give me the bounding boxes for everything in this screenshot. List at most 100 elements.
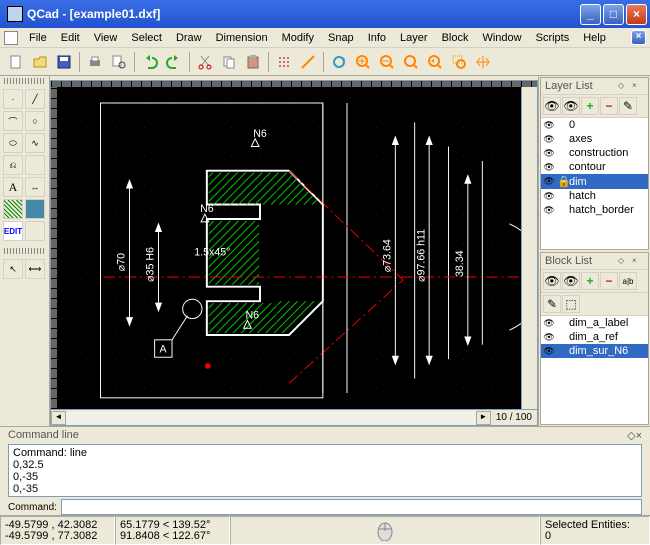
menu-window[interactable]: Window	[475, 30, 528, 46]
layer-row[interactable]: construction	[541, 146, 648, 160]
layer-row[interactable]: 🔒dim	[541, 174, 648, 189]
command-input[interactable]	[61, 499, 642, 515]
undo-button[interactable]	[139, 51, 161, 73]
menu-view[interactable]: View	[87, 30, 125, 46]
menu-modify[interactable]: Modify	[275, 30, 321, 46]
print-button[interactable]	[84, 51, 106, 73]
layer-undock-button[interactable]: ◇	[618, 81, 630, 91]
cmd-undock-button[interactable]: ◇	[627, 430, 635, 442]
menu-select[interactable]: Select	[124, 30, 169, 46]
layer-list[interactable]: 0axesconstructioncontour🔒dimhatchhatch_b…	[541, 118, 648, 249]
new-button[interactable]	[5, 51, 27, 73]
toolbox-grip[interactable]	[4, 78, 45, 84]
layer-hide-all-button[interactable]: 👁	[562, 97, 580, 115]
spline-tool[interactable]: ∿	[25, 133, 45, 153]
layer-add-button[interactable]: +	[581, 97, 599, 115]
menu-draw[interactable]: Draw	[169, 30, 209, 46]
layer-row[interactable]: hatch_border	[541, 203, 648, 217]
ellipse-tool[interactable]: ⬭	[3, 133, 23, 153]
hatch-tool[interactable]	[3, 199, 23, 219]
zoom-in-button[interactable]	[352, 51, 374, 73]
block-show-all-button[interactable]: 👁	[543, 272, 561, 290]
save-button[interactable]	[53, 51, 75, 73]
layer-row[interactable]: contour	[541, 160, 648, 174]
edit-tool[interactable]: EDIT	[3, 221, 23, 241]
text-tool[interactable]: A	[3, 177, 23, 197]
cut-button[interactable]	[194, 51, 216, 73]
polyline-tool[interactable]: ⎌	[3, 155, 23, 175]
open-button[interactable]	[29, 51, 51, 73]
circle-tool[interactable]: ○	[25, 111, 45, 131]
menu-snap[interactable]: Snap	[321, 30, 361, 46]
eye-icon[interactable]	[543, 346, 555, 356]
eye-icon[interactable]	[543, 148, 555, 158]
scroll-right-button[interactable]: ►	[476, 411, 491, 425]
minimize-button[interactable]: _	[580, 4, 601, 25]
paste-button[interactable]	[242, 51, 264, 73]
command-output[interactable]: Command: line0,32.50,-350,-35	[8, 444, 642, 497]
grid-button[interactable]	[273, 51, 295, 73]
eye-icon[interactable]	[543, 332, 555, 342]
zoom-prev-button[interactable]	[424, 51, 446, 73]
image-tool[interactable]	[25, 199, 45, 219]
vertical-scrollbar[interactable]	[521, 87, 537, 409]
horizontal-scrollbar[interactable]: ◄ ► 10 / 100	[50, 410, 538, 426]
layer-edit-button[interactable]: ✎	[619, 97, 637, 115]
drawing-canvas[interactable]: A ⌀70 ⌀35 H6 ⌀73.64 ⌀97.66 h11 38.34 1.5…	[50, 80, 538, 410]
block-remove-button[interactable]: −	[600, 272, 618, 290]
eye-icon[interactable]	[543, 318, 555, 328]
block-row[interactable]: dim_sur_N6	[541, 344, 648, 358]
eye-icon[interactable]	[543, 191, 555, 201]
block-add-button[interactable]: +	[581, 272, 599, 290]
layer-row[interactable]: hatch	[541, 189, 648, 203]
line-tool[interactable]: ╱	[25, 89, 45, 109]
block-insert-button[interactable]: ⬚	[562, 295, 580, 313]
close-button[interactable]: ×	[626, 4, 647, 25]
print-preview-button[interactable]	[108, 51, 130, 73]
menu-edit[interactable]: Edit	[54, 30, 87, 46]
toolbox-grip-2[interactable]	[4, 248, 45, 254]
scroll-left-button[interactable]: ◄	[51, 411, 66, 425]
menu-help[interactable]: Help	[576, 30, 613, 46]
menu-info[interactable]: Info	[361, 30, 393, 46]
cmd-close-button[interactable]: ×	[636, 430, 642, 442]
block-edit-button[interactable]: ✎	[543, 295, 561, 313]
zoom-auto-button[interactable]	[400, 51, 422, 73]
eye-icon[interactable]	[543, 120, 555, 130]
dimension-tool[interactable]: ↔	[25, 177, 45, 197]
block-row[interactable]: dim_a_ref	[541, 330, 648, 344]
menu-layer[interactable]: Layer	[393, 30, 435, 46]
block-list[interactable]: dim_a_labeldim_a_refdim_sur_N6	[541, 316, 648, 424]
mdi-close-button[interactable]: ×	[631, 30, 646, 45]
block-rename-button[interactable]: a|b	[619, 272, 637, 290]
layer-close-button[interactable]: ×	[632, 81, 644, 91]
eye-icon[interactable]	[543, 205, 555, 215]
lock-icon[interactable]: 🔒	[557, 175, 567, 188]
eye-icon[interactable]	[543, 162, 555, 172]
menu-scripts[interactable]: Scripts	[529, 30, 577, 46]
block-close-button[interactable]: ×	[632, 256, 644, 266]
select-tool[interactable]: ↖	[3, 259, 23, 279]
arc-tool[interactable]: ⌒	[3, 111, 23, 131]
redo-button[interactable]	[163, 51, 185, 73]
block-undock-button[interactable]: ◇	[618, 256, 630, 266]
copy-button[interactable]	[218, 51, 240, 73]
block-hide-all-button[interactable]: 👁	[562, 272, 580, 290]
draft-button[interactable]	[297, 51, 319, 73]
menu-dimension[interactable]: Dimension	[209, 30, 275, 46]
layer-row[interactable]: axes	[541, 132, 648, 146]
scroll-track[interactable]	[66, 411, 476, 425]
zoom-out-button[interactable]	[376, 51, 398, 73]
block-row[interactable]: dim_a_label	[541, 316, 648, 330]
eye-icon[interactable]	[543, 134, 555, 144]
menu-file[interactable]: File	[22, 30, 54, 46]
eye-icon[interactable]	[543, 177, 555, 187]
pan-button[interactable]	[472, 51, 494, 73]
zoom-window-button[interactable]	[448, 51, 470, 73]
measure-tool[interactable]: ⟷	[25, 259, 45, 279]
layer-row[interactable]: 0	[541, 118, 648, 132]
redraw-button[interactable]	[328, 51, 350, 73]
layer-remove-button[interactable]: −	[600, 97, 618, 115]
menu-block[interactable]: Block	[435, 30, 476, 46]
layer-show-all-button[interactable]: 👁	[543, 97, 561, 115]
